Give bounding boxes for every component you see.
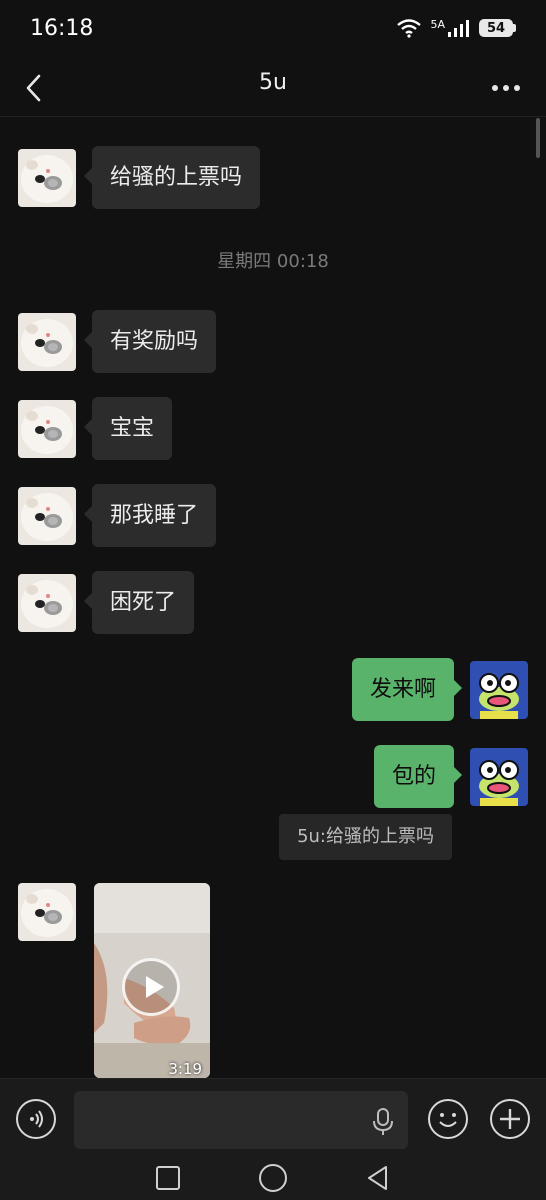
quoted-message[interactable]: 5u:给骚的上票吗 [279, 814, 452, 860]
emoji-icon [439, 1113, 457, 1127]
message-bubble[interactable]: 困死了 [83, 571, 195, 634]
contact-avatar[interactable] [18, 149, 76, 207]
video-duration: 3:19 [168, 1060, 202, 1078]
status-bar: 16:18 5A 54 [0, 0, 546, 60]
chat-title: 5u [259, 70, 287, 95]
my-avatar[interactable] [470, 748, 528, 806]
plus-button[interactable] [490, 1099, 530, 1139]
chat-header: 5u [0, 60, 546, 117]
signal-icon [448, 20, 469, 37]
play-button[interactable] [122, 958, 180, 1016]
message-row-incoming: 给骚的上票吗 [18, 146, 261, 209]
contact-avatar[interactable] [18, 400, 76, 458]
message-bubble[interactable]: 给骚的上票吗 [83, 146, 261, 209]
home-button[interactable] [259, 1164, 287, 1192]
contact-avatar[interactable] [18, 574, 76, 632]
scrollbar[interactable] [536, 118, 540, 158]
wifi-icon [397, 19, 422, 38]
more-button[interactable] [486, 68, 526, 108]
battery-icon: 54 [479, 19, 513, 37]
time-separator: 星期四 00:18 [217, 251, 329, 272]
message-row-incoming: 宝宝 [18, 397, 173, 460]
message-row-incoming: 有奖励吗 [18, 310, 217, 373]
contact-avatar[interactable] [18, 487, 76, 545]
status-time: 16:18 [30, 16, 94, 41]
my-avatar[interactable] [470, 661, 528, 719]
plus-icon [500, 1109, 520, 1129]
message-bubble[interactable]: 发来啊 [351, 658, 463, 721]
more-dots-icon [492, 85, 520, 91]
message-row-outgoing: 包的 [373, 745, 528, 808]
voice-icon [30, 1110, 43, 1128]
message-bubble[interactable]: 那我睡了 [83, 484, 217, 547]
input-bar [0, 1078, 546, 1161]
video-message[interactable]: 3:19 [94, 883, 210, 1078]
message-bubble[interactable]: 有奖励吗 [83, 310, 217, 373]
mic-icon[interactable] [370, 1107, 396, 1137]
message-row-incoming: 那我睡了 [18, 484, 217, 547]
message-row-incoming: 困死了 [18, 571, 195, 634]
emoji-button[interactable] [428, 1099, 468, 1139]
message-row-outgoing: 发来啊 [351, 658, 528, 721]
recents-button[interactable] [156, 1166, 180, 1190]
back-triangle-icon[interactable] [364, 1164, 392, 1192]
voice-button[interactable] [16, 1099, 56, 1139]
play-icon [146, 976, 164, 998]
message-bubble[interactable]: 包的 [373, 745, 463, 808]
message-input[interactable] [74, 1091, 408, 1149]
system-nav-bar [0, 1160, 546, 1200]
message-row-incoming [18, 883, 76, 941]
message-bubble[interactable]: 宝宝 [83, 397, 173, 460]
network-label: 5A [430, 17, 445, 31]
contact-avatar[interactable] [18, 313, 76, 371]
battery-tip [513, 24, 516, 32]
status-icons: 5A 54 [396, 18, 516, 38]
contact-avatar[interactable] [18, 883, 76, 941]
